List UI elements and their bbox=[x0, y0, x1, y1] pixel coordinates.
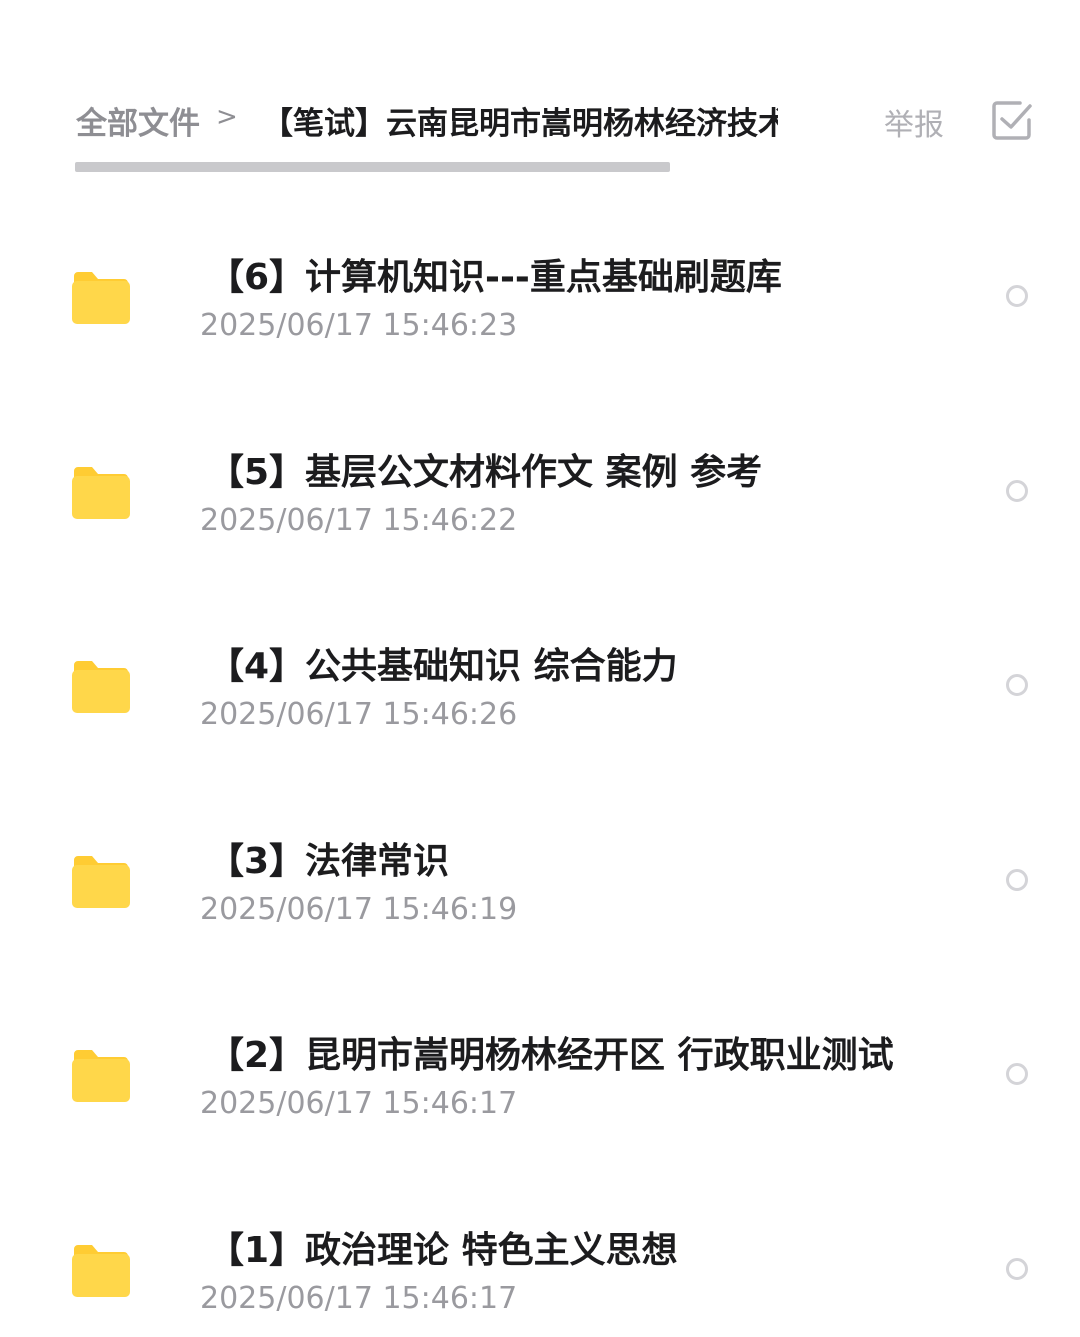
breadcrumb-current: 【笔试】云南昆明市嵩明杨林经济技术开发区 bbox=[262, 106, 778, 142]
select-radio[interactable] bbox=[1006, 1063, 1028, 1085]
checkbox-select-icon[interactable] bbox=[990, 98, 1034, 142]
breadcrumb-scrollbar[interactable] bbox=[75, 162, 670, 172]
list-item[interactable]: 【4】公共基础知识 综合能力 2025/06/17 15:46:26 bbox=[0, 589, 1080, 784]
file-name: 【1】政治理论 特色主义思想 bbox=[208, 1229, 678, 1271]
file-timestamp: 2025/06/17 15:46:23 bbox=[200, 308, 518, 343]
header-bar: 全部文件 > 【笔试】云南昆明市嵩明杨林经济技术开发区 举报 bbox=[0, 90, 1080, 150]
folder-icon bbox=[70, 465, 132, 521]
file-name: 【3】法律常识 bbox=[208, 840, 450, 882]
file-name: 【4】公共基础知识 综合能力 bbox=[208, 646, 678, 687]
select-radio[interactable] bbox=[1006, 285, 1028, 307]
file-timestamp: 2025/06/17 15:46:17 bbox=[200, 1280, 518, 1316]
file-list: 【6】计算机知识---重点基础刷题库 2025/06/17 15:46:23 【5】… bbox=[0, 200, 1080, 1337]
list-item[interactable]: 【1】政治理论 特色主义思想 2025/06/17 15:46:17 bbox=[0, 1173, 1080, 1337]
folder-icon bbox=[70, 854, 132, 910]
file-timestamp: 2025/06/17 15:46:19 bbox=[200, 891, 518, 927]
select-radio[interactable] bbox=[1006, 1257, 1028, 1280]
list-item[interactable]: 【3】法律常识 2025/06/17 15:46:19 bbox=[0, 784, 1080, 979]
folder-icon bbox=[70, 270, 132, 326]
file-timestamp: 2025/06/17 15:46:17 bbox=[200, 1086, 518, 1121]
breadcrumb-separator: > bbox=[216, 102, 238, 132]
file-browser-page: 全部文件 > 【笔试】云南昆明市嵩明杨林经济技术开发区 举报 【6】计算机知识-… bbox=[0, 0, 1080, 1337]
file-name: 【5】基层公文材料作文 案例 参考 bbox=[208, 451, 763, 493]
file-timestamp: 2025/06/17 15:46:26 bbox=[200, 697, 518, 732]
folder-icon bbox=[70, 1243, 132, 1299]
select-radio[interactable] bbox=[1006, 868, 1028, 891]
folder-icon bbox=[70, 1048, 132, 1104]
report-button[interactable]: 举报 bbox=[884, 100, 944, 144]
file-name: 【6】计算机知识---重点基础刷题库 bbox=[208, 257, 782, 298]
select-radio[interactable] bbox=[1006, 674, 1028, 696]
file-name: 【2】昆明市嵩明杨林经开区 行政职业测试 bbox=[208, 1035, 894, 1076]
breadcrumb-root[interactable]: 全部文件 bbox=[76, 98, 200, 143]
list-item[interactable]: 【5】基层公文材料作文 案例 参考 2025/06/17 15:46:22 bbox=[0, 395, 1080, 590]
select-radio[interactable] bbox=[1006, 479, 1028, 502]
list-item[interactable]: 【2】昆明市嵩明杨林经开区 行政职业测试 2025/06/17 15:46:17 bbox=[0, 978, 1080, 1173]
file-timestamp: 2025/06/17 15:46:22 bbox=[200, 502, 518, 538]
folder-icon bbox=[70, 659, 132, 715]
list-item[interactable]: 【6】计算机知识---重点基础刷题库 2025/06/17 15:46:23 bbox=[0, 200, 1080, 395]
